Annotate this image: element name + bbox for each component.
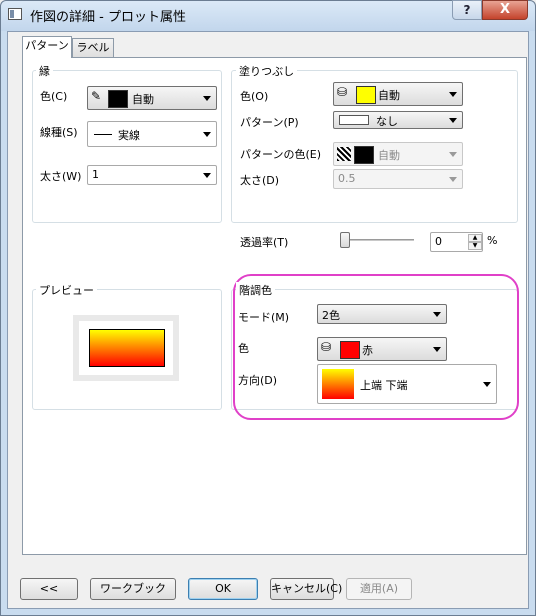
tab-pattern[interactable]: パターン — [22, 36, 72, 58]
transparency-slider-thumb[interactable] — [340, 232, 350, 248]
transparency-unit: % — [487, 234, 498, 247]
chevron-down-icon — [483, 382, 491, 387]
transparency-label: 透過率(T) — [240, 236, 289, 249]
fill-width-value: 0.5 — [338, 172, 356, 185]
paint-bucket-icon: ⛁ — [337, 85, 348, 99]
border-width-dropdown[interactable]: 1 — [87, 165, 217, 185]
gradient-mode-label: モード(M) — [238, 311, 290, 324]
help-button[interactable]: ? — [452, 0, 482, 20]
cancel-button[interactable]: キャンセル(C) — [270, 578, 342, 600]
gradient-group-title: 階調色 — [236, 282, 275, 298]
border-linetype-label: 線種(S) — [40, 126, 78, 139]
transparency-slider-track[interactable] — [340, 239, 414, 241]
pattern-none-sample-icon — [339, 115, 369, 125]
gradient-direction-value: 上端 下端 — [360, 379, 408, 392]
chevron-down-icon — [203, 132, 211, 137]
border-linetype-value: 実線 — [118, 129, 140, 142]
border-color-value: 自動 — [132, 93, 154, 106]
border-width-value: 1 — [92, 168, 99, 181]
fill-pattern-dropdown[interactable]: なし — [333, 111, 463, 129]
spin-up-icon[interactable]: ▲ — [468, 234, 482, 242]
window-app-icon — [8, 8, 22, 20]
fill-color-value: 自動 — [378, 89, 400, 102]
hatch-pattern-icon — [337, 147, 351, 161]
chevron-down-icon — [433, 347, 441, 352]
chevron-down-icon — [449, 177, 457, 182]
ok-button[interactable]: OK — [188, 578, 258, 600]
paint-bucket-icon: ⛁ — [321, 340, 332, 354]
gradient-color-value: 赤 — [362, 344, 373, 357]
spin-down-icon[interactable]: ▼ — [468, 242, 482, 250]
border-color-swatch — [108, 90, 128, 108]
fill-width-label: 太さ(D) — [240, 174, 280, 187]
fill-color-label: 色(O) — [240, 90, 269, 103]
back-button[interactable]: << — [20, 578, 78, 600]
border-group-title: 縁 — [36, 63, 53, 79]
workbook-button[interactable]: ワークブック — [90, 578, 176, 600]
chevron-down-icon — [203, 173, 211, 178]
transparency-value: 0 — [435, 235, 442, 248]
pattern-color-value: 自動 — [378, 149, 400, 162]
gradient-color-dropdown[interactable]: ⛁ 赤 — [317, 337, 447, 361]
gradient-direction-icon — [322, 369, 354, 399]
apply-button[interactable]: 適用(A) — [346, 578, 412, 600]
chevron-down-icon — [449, 118, 457, 123]
close-button[interactable]: X — [482, 0, 528, 20]
gradient-mode-value: 2色 — [322, 309, 340, 322]
gradient-color-label: 色 — [238, 342, 249, 355]
gradient-mode-dropdown[interactable]: 2色 — [317, 304, 447, 324]
border-width-label: 太さ(W) — [40, 170, 82, 183]
fill-color-dropdown[interactable]: ⛁ 自動 — [333, 82, 463, 106]
chevron-down-icon — [449, 92, 457, 97]
tab-label[interactable]: ラベル — [72, 38, 114, 57]
gradient-direction-dropdown[interactable]: 上端 下端 — [317, 364, 497, 404]
solid-line-sample-icon — [94, 134, 112, 135]
transparency-spinbox[interactable]: 0 ▲ ▼ — [430, 232, 483, 252]
border-linetype-dropdown[interactable]: 実線 — [87, 121, 217, 147]
fill-color-swatch — [356, 86, 376, 104]
gradient-color-swatch — [340, 341, 360, 359]
pattern-color-label: パターンの色(E) — [240, 148, 321, 161]
fill-pattern-value: なし — [376, 115, 398, 128]
fill-width-dropdown[interactable]: 0.5 — [333, 169, 463, 189]
chevron-down-icon — [203, 96, 211, 101]
pattern-color-swatch — [354, 146, 374, 164]
border-color-label: 色(C) — [40, 90, 68, 103]
preview-gradient-swatch — [89, 329, 165, 367]
preview-group-title: プレビュー — [36, 282, 97, 298]
chevron-down-icon — [433, 312, 441, 317]
chevron-down-icon — [449, 152, 457, 157]
window-title: 作図の詳細 - プロット属性 — [30, 10, 186, 25]
pattern-color-dropdown[interactable]: 自動 — [333, 142, 463, 166]
fill-group-title: 塗りつぶし — [236, 63, 298, 79]
gradient-direction-label: 方向(D) — [238, 374, 278, 387]
pencil-icon: ✎ — [91, 89, 102, 103]
border-color-dropdown[interactable]: ✎ 自動 — [87, 86, 217, 110]
fill-pattern-label: パターン(P) — [240, 116, 299, 129]
